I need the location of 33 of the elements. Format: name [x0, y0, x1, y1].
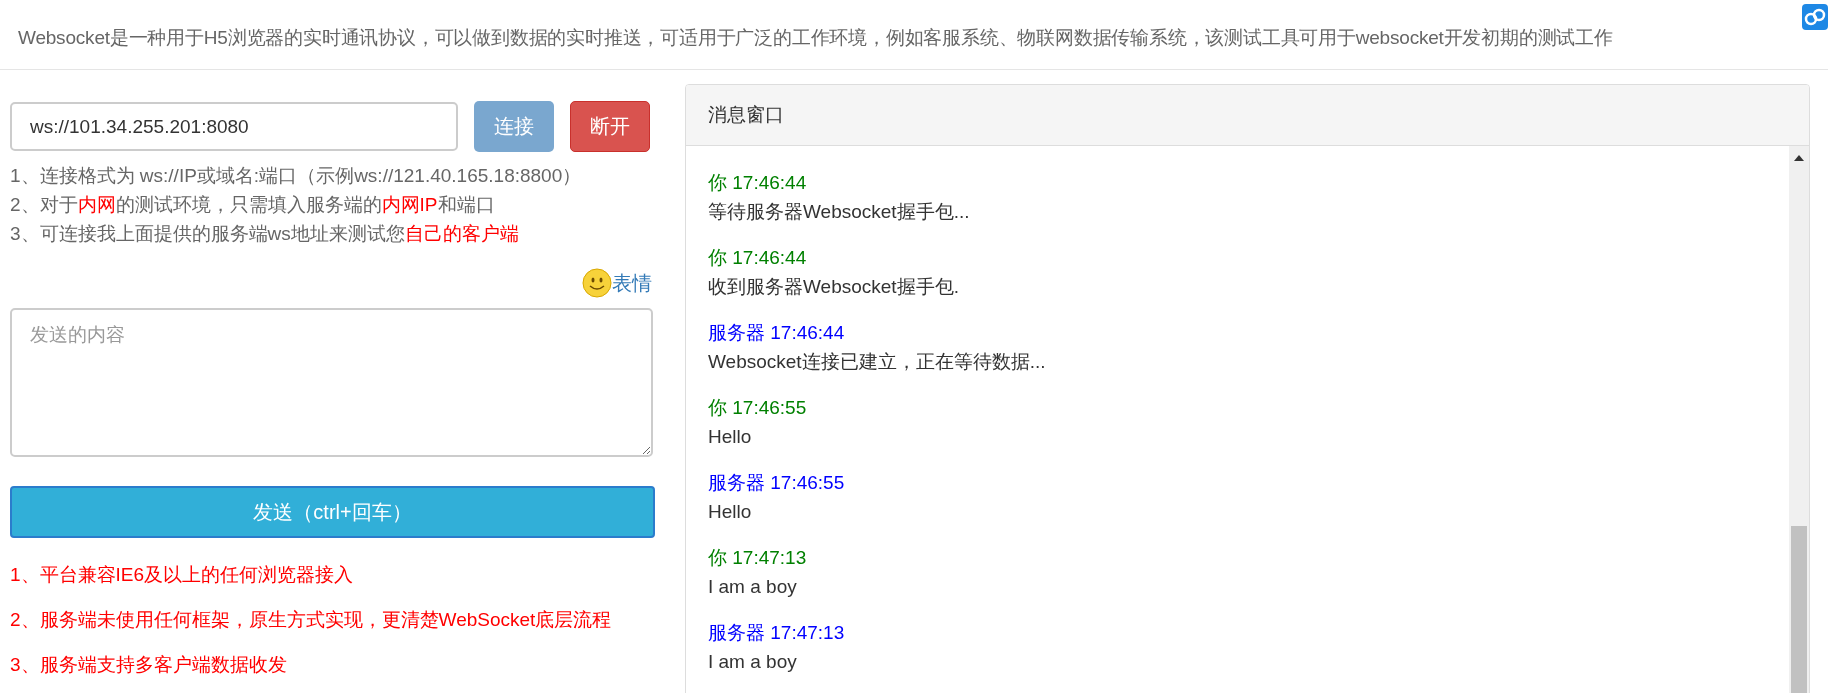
smiley-icon[interactable] [582, 268, 612, 298]
emoji-link[interactable]: 表情 [612, 269, 652, 297]
message-header: 服务器 17:46:44 [708, 321, 846, 345]
message-header: 你 17:46:44 [708, 171, 808, 195]
url-field[interactable]: ws://101.34.255.201:8080 [10, 102, 458, 151]
message-text: Hello [708, 500, 753, 524]
tip-text: 2、对于内网的测试环境，只需填入服务端的内网IP和端口 [10, 193, 496, 217]
message-header: 你 17:47:13 [708, 546, 808, 570]
feature-text: 2、服务端未使用任何框架，原生方式实现，更清楚WebSocket底层流程 [10, 608, 613, 632]
tip-text: 1、连接格式为 ws://IP或域名:端口（示例ws://121.40.165.18:8800） [10, 164, 583, 188]
message-text: Hello [708, 425, 753, 449]
message-header: 你 17:46:55 [708, 396, 808, 420]
message-text: I am a boy [708, 575, 798, 599]
message-header: 服务器 17:46:55 [708, 471, 846, 495]
message-text: 收到服务器Websocket握手包. [708, 275, 960, 299]
panel-title: 消息窗口 [708, 103, 784, 127]
disconnect-button[interactable]: 断开 [570, 101, 650, 152]
scrollbar[interactable] [1789, 146, 1809, 693]
message-text: I am a boy [708, 650, 798, 674]
feature-text: 3、服务端支持多客户端数据收发 [10, 653, 288, 677]
send-button[interactable]: 发送（ctrl+回车） [10, 486, 655, 538]
link-icon[interactable] [1802, 4, 1828, 30]
feature-text: 1、平台兼容IE6及以上的任何浏览器接入 [10, 563, 355, 587]
message-text: Websocket连接已建立，正在等待数据... [708, 350, 1047, 374]
tip-text: 3、可连接我上面提供的服务端ws地址来测试您自己的客户端 [10, 222, 520, 246]
message-text: 等待服务器Websocket握手包... [708, 200, 971, 224]
connect-button[interactable]: 连接 [474, 101, 554, 152]
scroll-up-icon[interactable] [1793, 154, 1805, 162]
message-header: 服务器 17:47:13 [708, 621, 846, 645]
scrollbar-thumb[interactable] [1791, 526, 1807, 693]
message-input[interactable]: 发送的内容 [10, 308, 653, 457]
message-header: 你 17:46:44 [708, 246, 808, 270]
site-description: Websocket是一种用于H5浏览器的实时通讯协议，可以做到数据的实时推送，可适用于广泛的工作环境，例如客服系统、物联网数据传输系统，该测试工具可用于websocket开发初期的测试工作 [18, 26, 1613, 50]
